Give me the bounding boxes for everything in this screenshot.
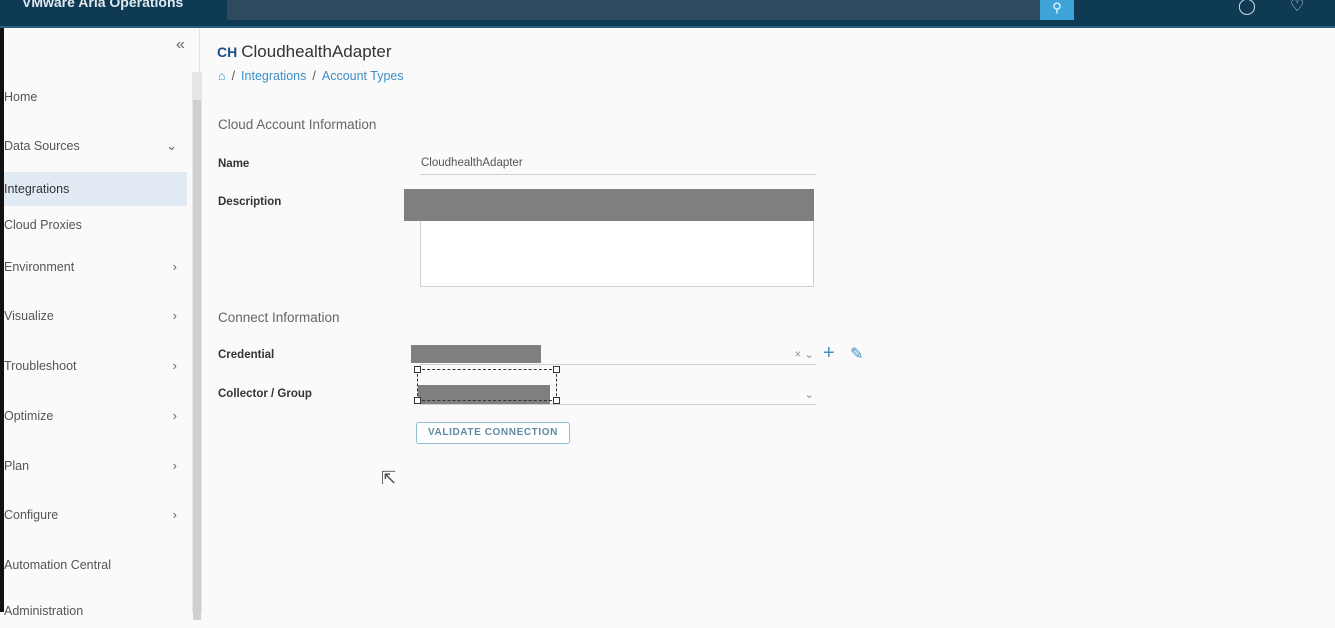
sidebar-item-optimize[interactable]: Optimize › bbox=[4, 399, 187, 433]
sidebar-item-home[interactable]: Home bbox=[4, 80, 187, 114]
adapter-logo: CH bbox=[217, 44, 238, 60]
chevron-down-icon: ⌄ bbox=[804, 389, 814, 401]
search-input[interactable] bbox=[227, 0, 1042, 20]
description-label: Description bbox=[218, 196, 282, 208]
redacted-description bbox=[404, 189, 814, 221]
chevron-down-icon: ⌄ bbox=[166, 138, 177, 153]
sidebar-item-administration[interactable]: Administration bbox=[4, 594, 187, 628]
selection-handle bbox=[414, 366, 421, 373]
top-bar: VMware Aria Operations ⚲ ◯ ♡ bbox=[0, 0, 1335, 28]
bell-icon[interactable]: ♡ bbox=[1290, 0, 1304, 16]
app-title: VMware Aria Operations bbox=[22, 0, 184, 10]
sidebar: « Home Data Sources ⌄ Integrations Cloud … bbox=[4, 28, 202, 620]
sidebar-item-plan[interactable]: Plan › bbox=[4, 449, 187, 483]
name-label: Name bbox=[218, 158, 250, 170]
home-icon[interactable]: ⌂ bbox=[218, 69, 226, 83]
chevron-right-icon: › bbox=[172, 259, 177, 274]
sidebar-item-integrations[interactable]: Integrations bbox=[4, 172, 187, 206]
clear-and-chevron-icon[interactable]: × ⌄ bbox=[794, 347, 814, 361]
cloud-section-title: Cloud Account Information bbox=[218, 117, 377, 132]
selection-handle bbox=[553, 397, 560, 404]
collector-label: Collector / Group bbox=[218, 388, 312, 400]
add-credential-icon[interactable]: + bbox=[823, 342, 835, 365]
redacted-credential bbox=[411, 345, 541, 363]
search-icon[interactable]: ⚲ bbox=[1040, 0, 1074, 20]
connect-section-title: Connect Information bbox=[218, 310, 340, 325]
chevron-right-icon: › bbox=[172, 408, 177, 423]
name-field[interactable]: CloudhealthAdapter bbox=[420, 157, 816, 175]
chevron-right-icon: › bbox=[172, 507, 177, 522]
page-title: CH CloudhealthAdapter bbox=[217, 42, 392, 61]
sidebar-item-data-sources[interactable]: Data Sources ⌄ bbox=[4, 129, 187, 163]
sidebar-item-cloud-proxies[interactable]: Cloud Proxies bbox=[4, 208, 187, 242]
sidebar-item-visualize[interactable]: Visualize › bbox=[4, 299, 187, 333]
selection-handle bbox=[414, 397, 421, 404]
sidebar-item-environment[interactable]: Environment › bbox=[4, 250, 187, 284]
chevron-right-icon: › bbox=[172, 358, 177, 373]
help-icon[interactable]: ◯ bbox=[1238, 0, 1256, 16]
collapse-sidebar-icon[interactable]: « bbox=[176, 36, 185, 54]
chevron-right-icon: › bbox=[172, 308, 177, 323]
selection-handle bbox=[553, 366, 560, 373]
sidebar-item-automation-central[interactable]: Automation Central bbox=[4, 548, 187, 582]
breadcrumb-integrations[interactable]: Integrations bbox=[241, 69, 306, 83]
sidebar-item-troubleshoot[interactable]: Troubleshoot › bbox=[4, 349, 187, 383]
validate-connection-button[interactable]: VALIDATE CONNECTION bbox=[416, 422, 570, 444]
sidebar-scrollbar[interactable] bbox=[192, 72, 202, 620]
credential-label: Credential bbox=[218, 349, 275, 361]
chevron-right-icon: › bbox=[172, 458, 177, 473]
sidebar-item-configure[interactable]: Configure › bbox=[4, 498, 187, 532]
selection-box bbox=[417, 369, 557, 401]
breadcrumb-account-types[interactable]: Account Types bbox=[322, 69, 404, 83]
mouse-cursor-icon: ⇱ bbox=[381, 468, 397, 488]
edit-credential-icon[interactable]: ✎ bbox=[850, 344, 863, 364]
breadcrumb: ⌂ / Integrations / Account Types bbox=[218, 69, 404, 83]
